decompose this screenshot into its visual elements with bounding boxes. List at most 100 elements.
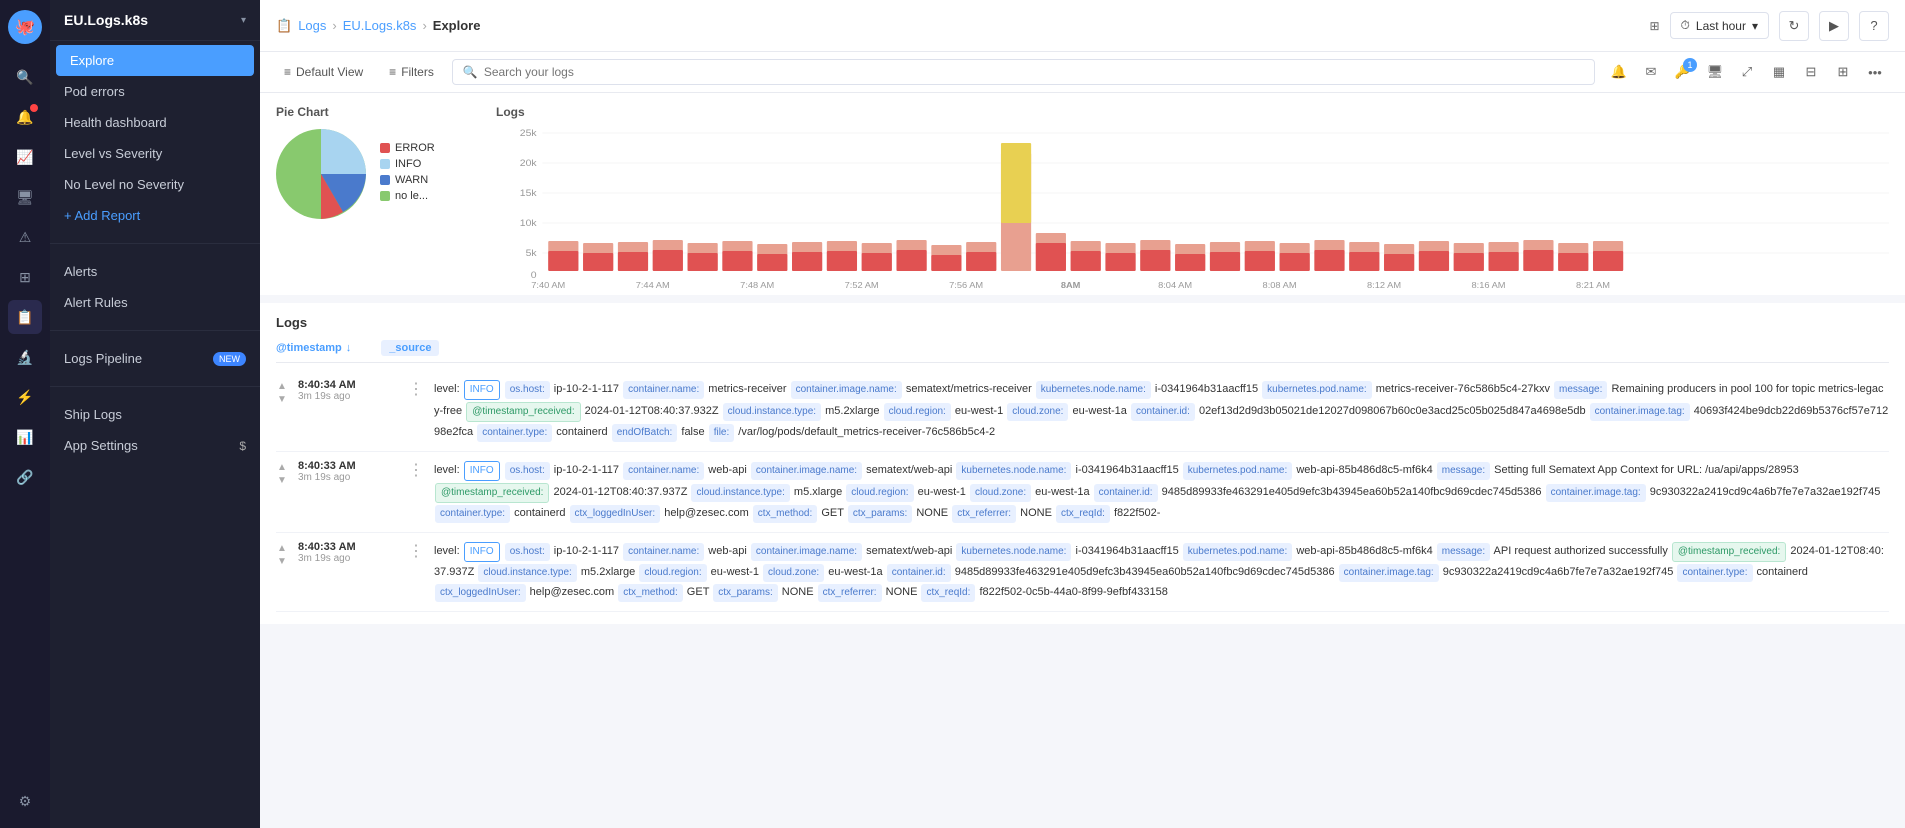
ts-received-tag-2: @timestamp_received: — [435, 483, 549, 503]
breadcrumb-logs[interactable]: Logs — [298, 18, 326, 33]
svg-text:7:52 AM: 7:52 AM — [845, 281, 879, 290]
col-timestamp[interactable]: @timestamp ↓ — [276, 342, 351, 354]
ctx-reqid-tag-3: ctx_reqId: — [921, 584, 975, 602]
logs-header: @timestamp ↓ _source — [276, 340, 1889, 363]
split-button[interactable]: ⊟ — [1797, 58, 1825, 86]
app-logo[interactable]: 🐙 — [8, 10, 42, 44]
nav-icon-infra[interactable]: 🖥 — [8, 180, 42, 214]
nav-section-main: Explore Pod errors Health dashboard Leve… — [50, 41, 260, 235]
filters-button[interactable]: ≡ Filters — [381, 61, 442, 83]
nav-item-level-vs-severity[interactable]: Level vs Severity — [50, 138, 260, 169]
nav-item-explore[interactable]: Explore — [56, 45, 254, 76]
search-input[interactable] — [484, 65, 1584, 79]
container-image-name-tag-1: container.image.name: — [791, 381, 902, 399]
nav-item-add-report-label: + Add Report — [64, 208, 140, 223]
nav-divider-3 — [50, 386, 260, 387]
instance-type-tag-3: cloud.instance.type: — [478, 564, 576, 582]
log-expand-1[interactable]: ▲ ▼ — [276, 379, 288, 405]
log-content-2: level: INFO os.host: ip-10-2-1-117 conta… — [434, 460, 1889, 524]
cloud-zone-tag-2: cloud.zone: — [970, 484, 1031, 502]
breadcrumb-eu[interactable]: EU.Logs.k8s — [343, 18, 417, 33]
nav-item-app-settings[interactable]: App Settings $ — [50, 430, 260, 461]
nav-icon-logs[interactable]: 📋 — [8, 300, 42, 334]
nav-icon-alerts[interactable]: 🔔 — [8, 100, 42, 134]
nav-icon-search[interactable]: 🔍 — [8, 60, 42, 94]
log-expand-3[interactable]: ▲ ▼ — [276, 541, 288, 567]
breadcrumb-icon: 📋 — [276, 18, 292, 34]
log-more-2[interactable]: ⋮ — [408, 460, 424, 480]
log-entry-2: ▲ ▼ 8:40:33 AM 3m 19s ago ⋮ level: INFO … — [276, 452, 1889, 533]
log-timestamp-2: 8:40:33 AM 3m 19s ago — [298, 460, 398, 483]
bar-chart-title: Logs — [496, 105, 1889, 119]
endofbatch-tag-1: endOfBatch: — [612, 424, 678, 442]
col-source[interactable]: _source — [381, 340, 439, 356]
nav-item-alerts-label: Alerts — [64, 264, 97, 279]
time-range-label: Last hour — [1696, 19, 1746, 33]
grid-icon: ⊞ — [1649, 19, 1659, 33]
filters-label: Filters — [401, 65, 434, 79]
mail-button[interactable]: ✉ — [1637, 58, 1665, 86]
time-range-button[interactable]: ⏱ Last hour ▾ — [1670, 12, 1769, 39]
nav-icon-dashboards[interactable]: ⊞ — [8, 260, 42, 294]
more-button[interactable]: ••• — [1861, 58, 1889, 86]
nav-item-pod-errors-label: Pod errors — [64, 84, 125, 99]
refresh-button[interactable]: ↻ — [1779, 11, 1809, 41]
nav-item-explore-label: Explore — [70, 53, 114, 68]
nav-item-health-label: Health dashboard — [64, 115, 167, 130]
nav-item-pod-errors[interactable]: Pod errors — [50, 76, 260, 107]
nav-icon-reports[interactable]: 📊 — [8, 420, 42, 454]
nav-item-alerts[interactable]: Alerts — [50, 256, 260, 287]
nav-icon-experience[interactable]: ⚡ — [8, 380, 42, 414]
oshost-tag-2: os.host: — [505, 462, 550, 480]
bell-button[interactable]: 🔔 — [1605, 58, 1633, 86]
play-button[interactable]: ▶ — [1819, 11, 1849, 41]
app-header[interactable]: EU.Logs.k8s ▾ — [50, 0, 260, 41]
table-button[interactable]: ⊞ — [1829, 58, 1857, 86]
k8s-pod-tag-2: kubernetes.pod.name: — [1183, 462, 1293, 480]
nav-item-logs-pipeline[interactable]: Logs Pipeline NEW — [50, 343, 260, 374]
svg-text:8:08 AM: 8:08 AM — [1263, 281, 1297, 290]
grid-view-button[interactable]: ⊞ — [1649, 19, 1659, 33]
nav-item-ship-logs[interactable]: Ship Logs — [50, 399, 260, 430]
log-content-3: level: INFO os.host: ip-10-2-1-117 conta… — [434, 541, 1889, 603]
svg-text:25k: 25k — [520, 129, 537, 139]
ctx-params-tag-3: ctx_params: — [713, 584, 777, 602]
pie-chart-title: Pie Chart — [276, 105, 476, 119]
k8s-pod-tag-3: kubernetes.pod.name: — [1183, 543, 1293, 561]
log-timestamp-1: 8:40:34 AM 3m 19s ago — [298, 379, 398, 402]
log-content-1: level: INFO os.host: ip-10-2-1-117 conta… — [434, 379, 1889, 443]
nav-icon-settings[interactable]: ⚙ — [8, 784, 42, 818]
container-image-name-tag-2: container.image.name: — [751, 462, 862, 480]
ctx-reqid-tag-2: ctx_reqId: — [1056, 505, 1110, 523]
nav-item-alert-rules[interactable]: Alert Rules — [50, 287, 260, 318]
nav-item-logs-pipeline-label: Logs Pipeline — [64, 351, 142, 366]
log-entry-3: ▲ ▼ 8:40:33 AM 3m 19s ago ⋮ level: INFO … — [276, 533, 1889, 612]
barcode-button[interactable]: ▦ — [1765, 58, 1793, 86]
nav-item-no-level-label: No Level no Severity — [64, 177, 184, 192]
svg-text:7:56 AM: 7:56 AM — [949, 281, 983, 290]
nav-item-ship-logs-label: Ship Logs — [64, 407, 122, 422]
bar-chart-wrapper: 25k 20k 15k 10k 5k 0 — [496, 123, 1889, 283]
monitor-button[interactable]: 🖥 — [1701, 58, 1729, 86]
search-box[interactable]: 🔍 — [452, 59, 1595, 85]
nav-item-alert-rules-label: Alert Rules — [64, 295, 128, 310]
log-more-3[interactable]: ⋮ — [408, 541, 424, 561]
svg-text:7:40 AM: 7:40 AM — [531, 281, 565, 290]
nav-icon-integrations[interactable]: 🔗 — [8, 460, 42, 494]
log-time-1: 8:40:34 AM — [298, 379, 398, 391]
nav-item-health-dashboard[interactable]: Health dashboard — [50, 107, 260, 138]
log-expand-2[interactable]: ▲ ▼ — [276, 460, 288, 486]
nav-icon-metrics[interactable]: 📈 — [8, 140, 42, 174]
nav-item-no-level[interactable]: No Level no Severity — [50, 169, 260, 200]
log-more-1[interactable]: ⋮ — [408, 379, 424, 399]
nav-item-add-report[interactable]: + Add Report — [50, 200, 260, 231]
refresh-icon: ↻ — [1789, 18, 1800, 34]
expand-button[interactable]: ⤢ — [1733, 58, 1761, 86]
svg-text:8:04 AM: 8:04 AM — [1158, 281, 1192, 290]
default-view-button[interactable]: ≡ Default View — [276, 61, 371, 83]
nav-icon-alerts2[interactable]: ⚠ — [8, 220, 42, 254]
k8s-node-tag-2: kubernetes.node.name: — [956, 462, 1071, 480]
key-button[interactable]: 🔑 — [1669, 58, 1697, 86]
help-button[interactable]: ? — [1859, 11, 1889, 41]
nav-icon-synthetics[interactable]: 🔬 — [8, 340, 42, 374]
